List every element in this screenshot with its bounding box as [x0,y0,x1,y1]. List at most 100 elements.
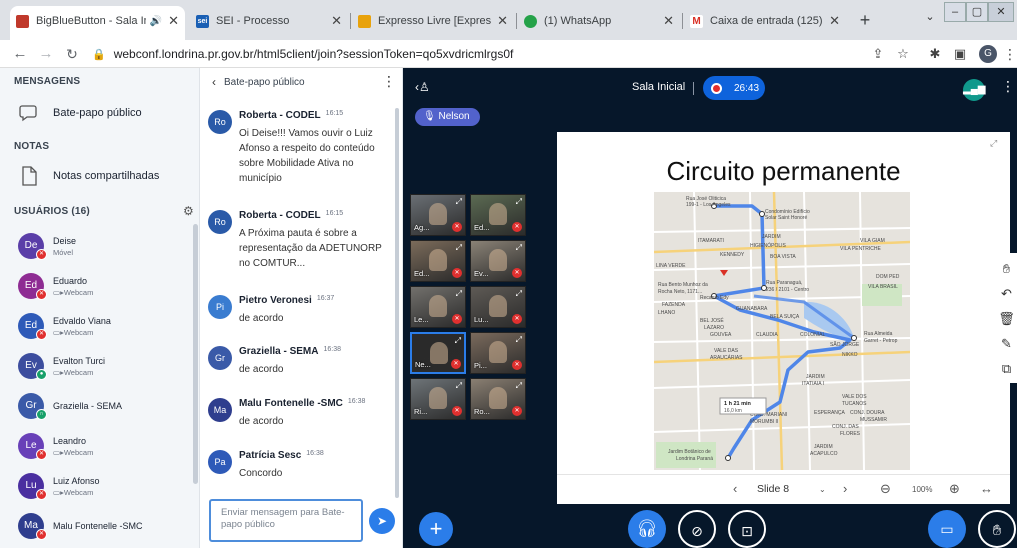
map-label: VILA GIAM [860,238,885,244]
bookmark-star-icon[interactable]: ☆ [893,44,913,64]
zoom-in-icon[interactable]: ⊕ [949,481,960,497]
chat-message-input[interactable]: Enviar mensagem para Bate-papo público [209,499,363,542]
close-tab-icon[interactable]: ✕ [331,13,342,29]
webcam-tile[interactable]: ⤢ Ag... ✕ [410,194,466,236]
webcam-tile[interactable]: ⤢ Ev... ✕ [470,240,526,282]
webcam-tile[interactable]: ⤢ Ro... ✕ [470,378,526,420]
webcam-tile[interactable]: ⤢ Ed... ✕ [470,194,526,236]
user-list-item[interactable]: Ed ✕ Edvaldo Viana ▭▸Webcam [18,309,193,347]
browser-tab-whatsapp[interactable]: (1) WhatsApp ✕ [518,8,680,34]
undo-icon[interactable]: ↶ [996,282,1017,306]
browser-tab-bigbluebutton[interactable]: BigBlueButton - Sala In 🔊 ✕ [10,6,185,40]
expand-video-icon[interactable]: ⤢ [516,335,522,345]
forward-arrow-icon[interactable]: → [36,44,56,64]
user-list-item[interactable]: Le ✕ Leandro ▭▸Webcam [18,429,193,467]
chevron-down-icon[interactable]: ⌄ [819,485,826,494]
presentation-toggle-button[interactable]: ▭ [928,510,966,548]
extensions-puzzle-icon[interactable]: ✱ [925,44,945,64]
minimize-window-icon[interactable]: – [944,2,966,22]
chat-header[interactable]: ‹ Bate-papo público [200,68,403,96]
tab-search-icon[interactable]: ⌄ [920,8,940,28]
expand-video-icon[interactable]: ⤢ [516,289,522,299]
webcam-tile[interactable]: ⤢ Ne... ✕ [410,332,466,374]
chat-scrollbar[interactable] [395,108,399,498]
browser-menu-icon[interactable]: ⋮ [1000,44,1017,64]
message-time: 16:38 [306,450,324,457]
webcam-tile[interactable]: ⤢ Pi... ✕ [470,332,526,374]
users-scrollbar[interactable] [193,224,198,484]
recording-indicator[interactable]: 26:43 [703,76,765,100]
side-panel-icon[interactable]: ▣ [950,44,970,64]
raise-hand-button[interactable]: ✋︎ [978,510,1016,548]
expand-video-icon[interactable]: ⤢ [456,381,462,391]
reload-icon[interactable]: ↻ [62,44,82,64]
user-list-item[interactable]: Lu ✕ Luiz Afonso ▭▸Webcam [18,469,193,507]
chat-options-icon[interactable]: ⋮ [382,73,396,90]
share-icon[interactable]: ⇪ [868,44,888,64]
fit-width-icon[interactable]: ↔ [980,481,993,496]
add-actions-button[interactable]: + [419,512,453,546]
message-text: de acordo [239,416,284,427]
map-label: ARAUCÁRIAS [710,354,743,361]
user-list-item[interactable]: De ✕ Deise Móvel [18,229,193,267]
public-chat-item[interactable]: Bate-papo público [18,102,142,124]
browser-tab-expresso[interactable]: Expresso Livre [Expresso M ✕ [352,8,514,34]
audio-headphones-button[interactable]: 🎧︎ [628,510,666,548]
close-tab-icon[interactable]: ✕ [663,13,674,29]
gear-icon[interactable]: ⚙ [183,204,194,218]
toggle-user-list-icon[interactable]: ‹♙ [415,80,430,94]
zoom-out-icon[interactable]: ⊖ [880,481,891,497]
user-list-item[interactable]: Gr ∩ Graziella - SEMA [18,389,193,427]
user-list-item[interactable]: Ev ● Evalton Turci ▭▸Webcam [18,349,193,387]
title-separator [693,82,694,95]
url-field[interactable]: 🔒 webconf.londrina.pr.gov.br/html5client… [92,42,862,66]
connection-status-icon[interactable]: ▂▄▆ [963,79,985,101]
previous-slide-icon[interactable]: ‹ [733,481,737,496]
chat-bubble-icon [18,102,40,124]
expand-video-icon[interactable]: ⤢ [456,289,462,299]
browser-tab-sei[interactable]: sei SEI - Processo ✕ [190,8,348,34]
webcam-tile[interactable]: ⤢ Lu... ✕ [470,286,526,328]
close-tab-icon[interactable]: ✕ [829,13,840,29]
browser-tab-gmail[interactable]: M Caixa de entrada (125) - gi ✕ [684,8,846,34]
screen-share-button[interactable]: ⊡ [728,510,766,548]
close-window-icon[interactable]: ✕ [988,2,1014,22]
profile-avatar[interactable]: G [979,45,997,63]
shared-notes-label: Notas compartilhadas [53,170,160,182]
next-slide-icon[interactable]: › [843,481,847,496]
new-tab-button[interactable]: + [853,8,877,32]
webcam-tile[interactable]: ⤢ Ri... ✕ [410,378,466,420]
expand-video-icon[interactable]: ⤢ [516,243,522,253]
talking-indicator[interactable]: 🎙︎ Nelson [415,108,480,126]
expand-video-icon[interactable]: ⤢ [516,197,522,207]
send-message-button[interactable]: ➤ [369,508,395,534]
user-list-item[interactable]: Ed ✕ Eduardo ▭▸Webcam [18,269,193,307]
user-name: Deise [53,236,77,246]
expand-video-icon[interactable]: ⤢ [456,243,462,253]
trash-icon[interactable]: 🗑︎ [996,307,1017,331]
multi-user-whiteboard-icon[interactable]: ⧉ [996,357,1017,381]
tab-title: Caixa de entrada (125) - gi [710,15,823,27]
map-label: JARDIM [806,374,825,380]
fullscreen-icon[interactable]: ⤢ [990,138,997,149]
pen-tool-icon[interactable]: ✎ [996,332,1017,356]
close-tab-icon[interactable]: ✕ [497,13,508,29]
shared-notes-item[interactable]: Notas compartilhadas [18,165,159,187]
camera-toggle-button[interactable]: ⊘ [678,510,716,548]
muted-mic-icon: ✕ [512,314,522,324]
webcam-tile[interactable]: ⤢ Ed... ✕ [410,240,466,282]
maximize-window-icon[interactable]: ▢ [966,2,988,22]
expand-video-icon[interactable]: ⤢ [516,381,522,391]
close-tab-icon[interactable]: ✕ [168,13,179,29]
expand-video-icon[interactable]: ⤢ [455,336,461,346]
slide-number-select[interactable]: Slide 8 [757,483,789,495]
whatsapp-favicon [524,14,537,28]
expand-video-icon[interactable]: ⤢ [456,197,462,207]
webcam-user-name: Pi... [474,361,487,370]
back-arrow-icon[interactable]: ← [10,44,30,64]
webcam-tile[interactable]: ⤢ Le... ✕ [410,286,466,328]
user-list-item[interactable]: Ma ✕ Malu Fontenelle -SMC [18,509,193,547]
chevron-left-icon[interactable]: ‹ [212,75,216,89]
options-menu-icon[interactable]: ⋮ [1001,78,1015,95]
hand-pan-tool-icon[interactable]: ✋︎ [996,257,1017,281]
